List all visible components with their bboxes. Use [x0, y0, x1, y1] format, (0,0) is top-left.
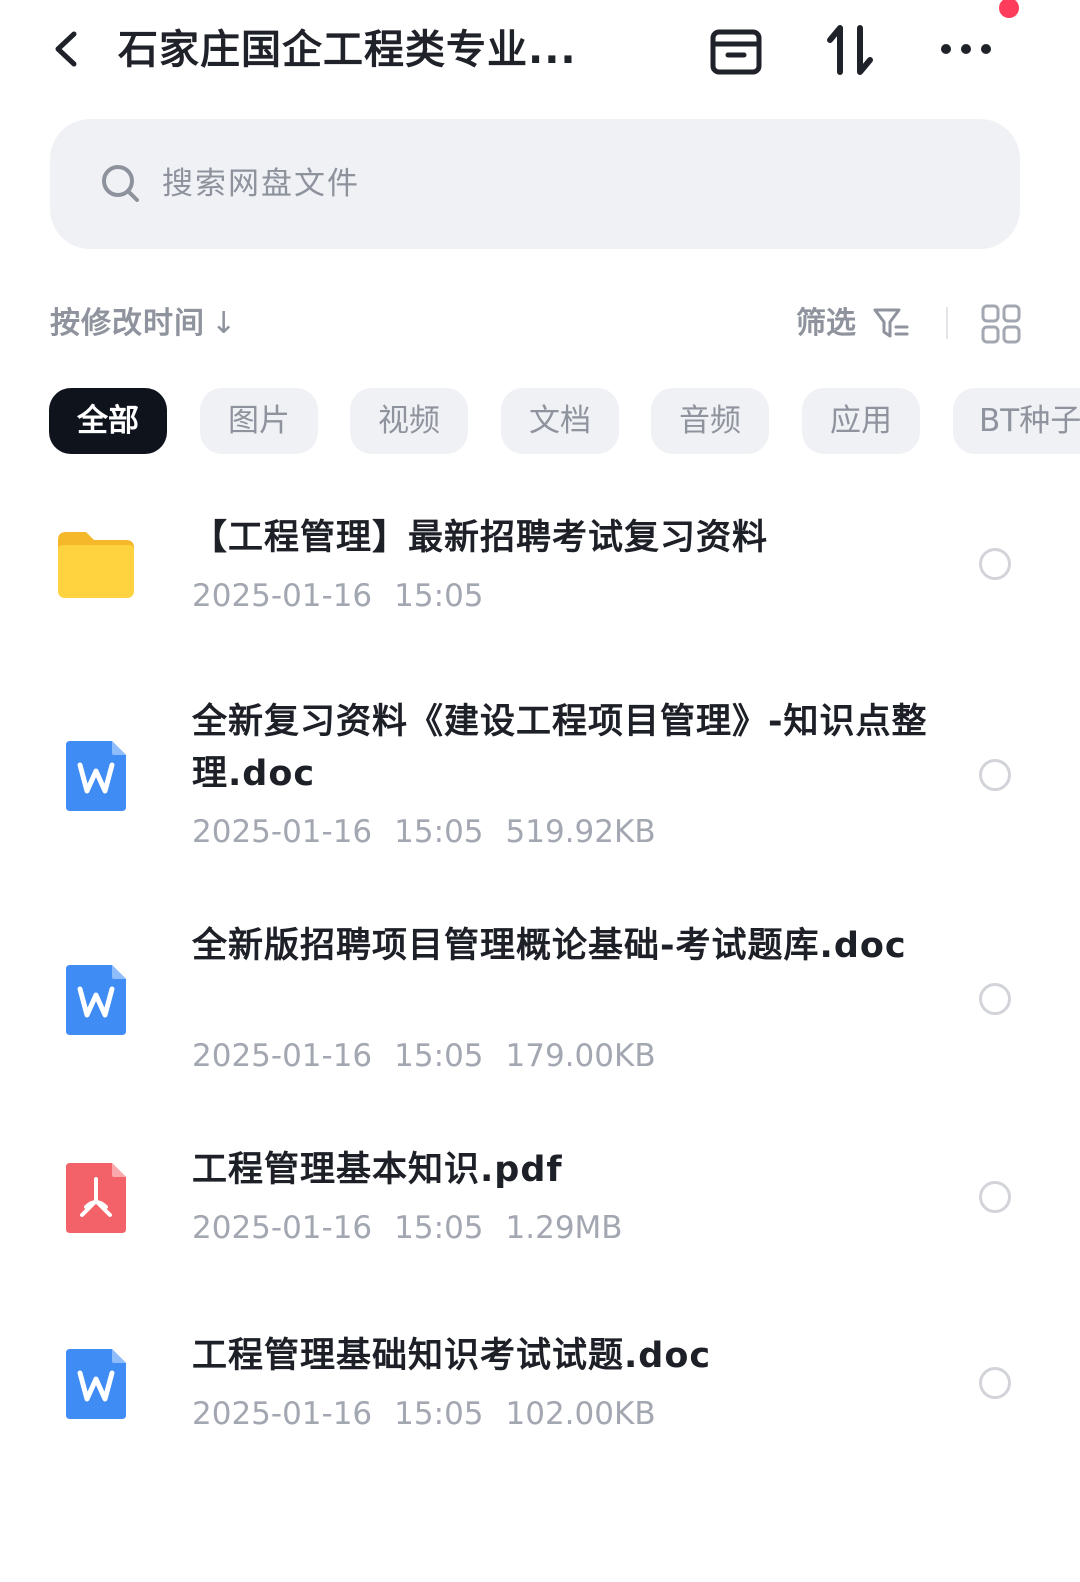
category-tabs: 全部 图片 视频 文档 音频 应用 BT种子	[0, 388, 1080, 456]
file-time: 15:05	[394, 1396, 484, 1432]
word-doc-icon	[56, 1343, 136, 1423]
archive-box-icon[interactable]	[708, 22, 764, 78]
file-name: 【工程管理】最新招聘考试复习资料	[192, 518, 769, 558]
tab-audio[interactable]: 音频	[651, 388, 769, 454]
word-doc-icon	[56, 735, 136, 815]
select-radio[interactable]	[979, 548, 1011, 580]
notification-dot	[999, 0, 1019, 18]
list-item[interactable]: 【工程管理】最新招聘考试复习资料 2025-01-16 15:05	[0, 500, 1080, 630]
file-date: 2025-01-16	[192, 1396, 373, 1432]
file-date: 2025-01-16	[192, 814, 373, 850]
file-date: 2025-01-16	[192, 1210, 373, 1246]
file-meta: 2025-01-16 15:05 1.29MB	[192, 1206, 645, 1250]
file-time: 15:05	[394, 814, 484, 850]
file-meta: 2025-01-16 15:05	[192, 574, 506, 618]
file-size: 179.00KB	[505, 1038, 656, 1074]
sort-button[interactable]: 按修改时间 ↓	[50, 298, 237, 350]
file-size: 102.00KB	[505, 1396, 656, 1432]
page-title: 石家庄国企工程类专业...	[118, 27, 577, 73]
filter-icon[interactable]	[872, 305, 910, 343]
select-radio[interactable]	[979, 1181, 1011, 1213]
tab-documents[interactable]: 文档	[501, 388, 619, 454]
more-dots-icon[interactable]	[938, 22, 994, 78]
select-radio[interactable]	[979, 983, 1011, 1015]
file-meta: 2025-01-16 15:05 519.92KB	[192, 810, 678, 854]
file-date: 2025-01-16	[192, 1038, 373, 1074]
up-down-arrows-icon[interactable]	[822, 22, 878, 78]
top-bar: 石家庄国企工程类专业...	[0, 0, 1080, 100]
pdf-icon	[56, 1157, 136, 1237]
search-input[interactable]: 搜索网盘文件	[50, 119, 1020, 249]
sort-label: 按修改时间	[50, 306, 205, 341]
grid-view-icon[interactable]	[980, 303, 1022, 345]
file-name: 全新复习资料《建设工程项目管理》-知识点整理.doc	[192, 702, 928, 794]
file-date: 2025-01-16	[192, 578, 373, 614]
file-name: 工程管理基础知识考试试题.doc	[192, 1336, 712, 1376]
file-size: 1.29MB	[505, 1210, 623, 1246]
select-radio[interactable]	[979, 1367, 1011, 1399]
back-icon[interactable]	[44, 24, 90, 74]
tab-videos[interactable]: 视频	[350, 388, 468, 454]
list-item[interactable]: 全新版招聘项目管理概论基础-考试题库.doc 2025-01-16 15:05 17…	[0, 916, 1080, 1086]
tab-bt-torrents[interactable]: BT种子	[953, 388, 1080, 454]
word-doc-icon	[56, 959, 136, 1039]
sort-arrow-icon: ↓	[211, 306, 238, 341]
filter-button[interactable]: 筛选	[796, 298, 856, 350]
file-meta: 2025-01-16 15:05 179.00KB	[192, 1034, 678, 1078]
search-placeholder: 搜索网盘文件	[162, 166, 360, 202]
list-item[interactable]: 工程管理基本知识.pdf 2025-01-16 15:05 1.29MB	[0, 1140, 1080, 1260]
folder-icon	[56, 524, 136, 604]
tab-all[interactable]: 全部	[49, 388, 167, 454]
file-list-page: 石家庄国企工程类专业... 搜索网盘文件 按修改时间 ↓ 筛选 全部 图片 视频…	[0, 0, 1080, 1582]
search-icon	[100, 163, 142, 205]
file-time: 15:05	[394, 578, 484, 614]
file-meta: 2025-01-16 15:05 102.00KB	[192, 1392, 678, 1436]
tab-apps[interactable]: 应用	[802, 388, 920, 454]
toolbar-divider	[946, 307, 948, 339]
file-name: 全新版招聘项目管理概论基础-考试题库.doc	[192, 926, 907, 966]
file-name: 工程管理基本知识.pdf	[192, 1150, 563, 1190]
list-item[interactable]: 全新复习资料《建设工程项目管理》-知识点整理.doc 2025-01-16 15:…	[0, 692, 1080, 862]
list-item[interactable]: 工程管理基础知识考试试题.doc 2025-01-16 15:05 102.00KB	[0, 1326, 1080, 1446]
file-time: 15:05	[394, 1210, 484, 1246]
tab-images[interactable]: 图片	[200, 388, 318, 454]
file-size: 519.92KB	[505, 814, 656, 850]
select-radio[interactable]	[979, 759, 1011, 791]
file-time: 15:05	[394, 1038, 484, 1074]
